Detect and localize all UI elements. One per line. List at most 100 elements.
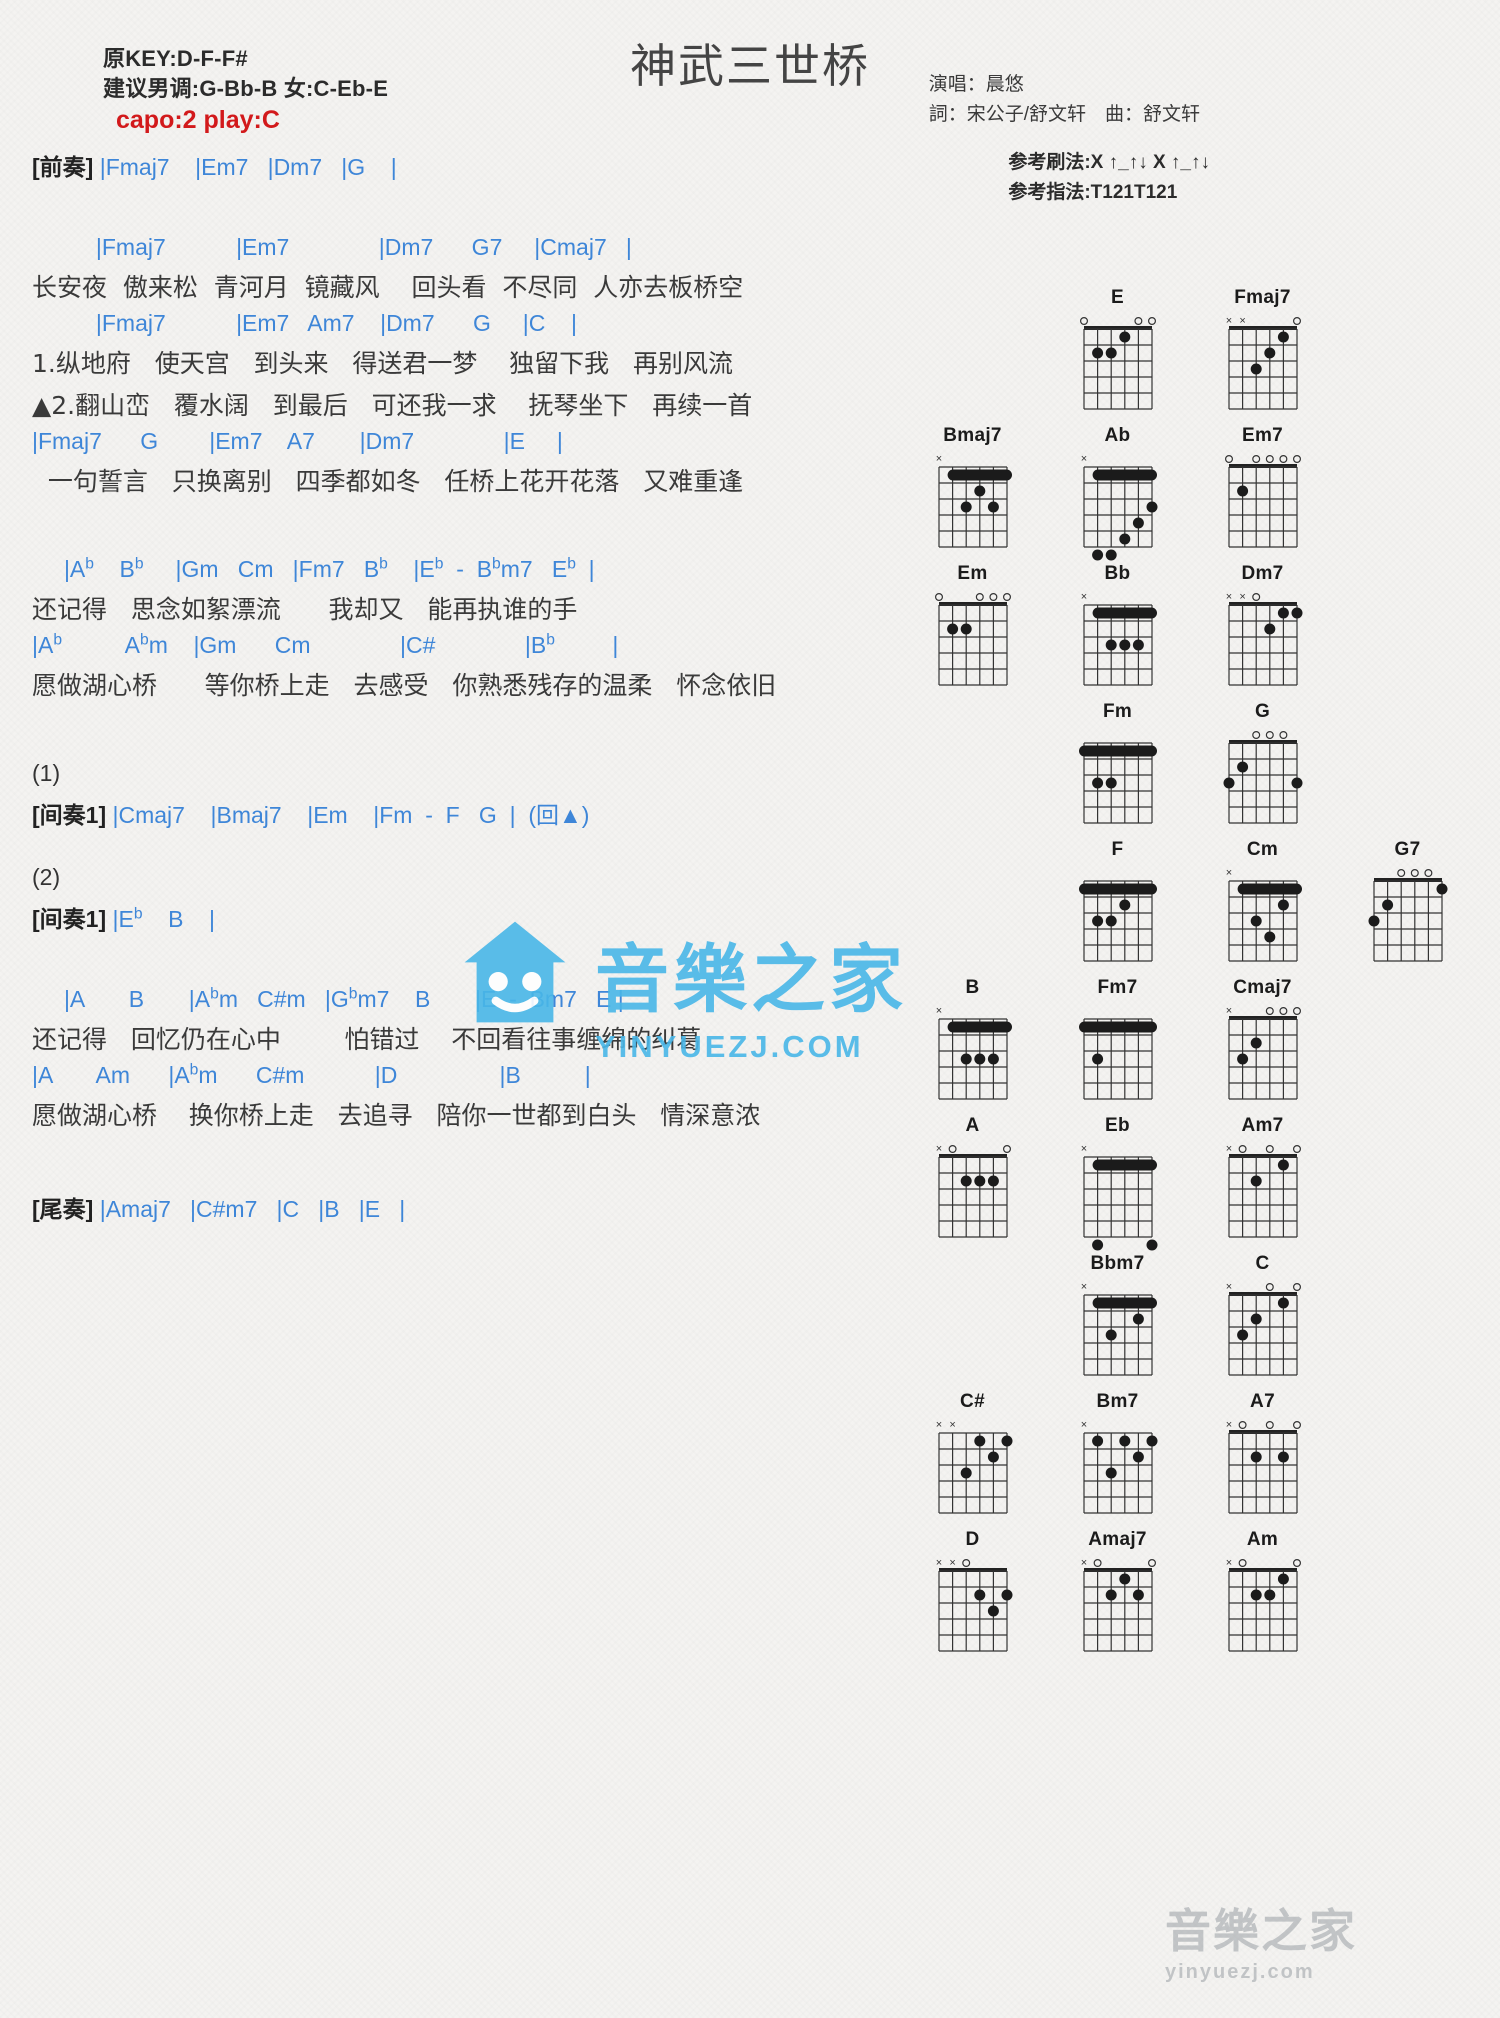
chord-diagram-C#: C# × ×	[900, 1389, 1045, 1527]
chord-diagram-G7: G7	[1335, 837, 1480, 975]
chord-diagram-Em: Em	[900, 561, 1045, 699]
chord-diagram-Ab: Ab ×	[1045, 423, 1190, 561]
chord-diagram-grid: × ×	[935, 1419, 1012, 1514]
chord-diagram-row: A × Eb × Am7 ×	[900, 1113, 1480, 1251]
svg-text:×: ×	[1239, 315, 1245, 327]
chord-diagram-Bbm7: Bbm7 ×	[1045, 1251, 1190, 1389]
chord-diagram-name: G	[1254, 701, 1271, 722]
chord-line: |Ab Abm |Gm Cm |C# |Bb |	[32, 631, 619, 658]
lyric-line: 还记得 回忆仍在心中 怕错过 不回看往事缠绵的纠葛	[32, 1025, 702, 1054]
chord-diagram-Cmaj7: Cmaj7 ×	[1190, 975, 1335, 1113]
chord-diagram-name: D	[965, 1529, 980, 1550]
chord-diagram-Fm7: Fm7	[1045, 975, 1190, 1113]
chord-diagram-placeholder	[900, 1251, 1045, 1389]
chord-diagram-grid: × ×	[935, 1557, 1012, 1652]
chord-diagram-name: Dm7	[1241, 563, 1284, 584]
chord-diagram-row: B × Fm7 Cmaj7 ×	[900, 975, 1480, 1113]
chord-diagram-row: Fm G	[900, 699, 1480, 837]
singer-credit: 演唱：晨悠	[928, 74, 1024, 95]
chord-diagram-name: Am7	[1241, 1115, 1284, 1136]
watermark-corner: 音樂之家 yinyuezj.com	[1165, 1895, 1357, 1984]
chord-line: [尾奏] |Amaj7 |C#m7 |C |B |E |	[32, 1196, 406, 1222]
chord-line: |Fmaj7 |Em7 Am7 |Dm7 G |C |	[32, 310, 577, 336]
finger-pattern: 参考指法:T121T121	[1008, 182, 1178, 203]
score-spacer	[32, 830, 832, 864]
credits: 演唱：晨悠 詞：宋公子/舒文轩 曲：舒文轩	[929, 70, 1200, 130]
chord-diagram-placeholder	[900, 699, 1045, 837]
chord-diagram-name: A7	[1250, 1391, 1275, 1412]
chord-diagram-name: B	[965, 977, 980, 998]
chord-diagram-Am: Am ×	[1190, 1527, 1335, 1665]
chord-diagram-grid: ×	[1225, 1281, 1301, 1376]
chord-diagram-name: Bm7	[1096, 1391, 1139, 1412]
svg-text:×: ×	[1225, 315, 1231, 327]
chord-diagram-grid: ×	[1080, 1419, 1157, 1514]
chord-diagram-Dm7: Dm7 × ×	[1190, 561, 1335, 699]
play-instructions: 参考刷法:X ↑_↑↓ X ↑_↑↓ 参考指法:T121T121	[1008, 148, 1210, 208]
chord-diagram-grid: ×	[1225, 1005, 1301, 1100]
capo-info: capo:2 play:C	[116, 106, 280, 134]
chord-diagram-grid: ×	[935, 1143, 1011, 1238]
lyric-line: 愿做湖心桥 换你桥上走 去追寻 陪你一世都到白头 情深意浓	[32, 1101, 761, 1130]
chord-diagram-row: Em Bb × Dm7 × ×	[900, 561, 1480, 699]
chord-diagram-name: Cm	[1246, 839, 1279, 860]
chord-diagram-name: Cmaj7	[1233, 977, 1292, 998]
chord-line: |A B |Abm C#m |Gbm7 B |E - Bm7 E |	[32, 985, 624, 1012]
chord-diagram-name: Bbm7	[1090, 1253, 1145, 1274]
chord-diagram-name: Amaj7	[1088, 1529, 1147, 1550]
svg-text:×: ×	[935, 1143, 941, 1155]
page-title: 神武三世桥	[630, 39, 870, 93]
chord-diagram-name: Fmaj7	[1234, 287, 1291, 308]
chord-diagram-name: C#	[960, 1391, 985, 1412]
chord-diagram-Amaj7: Amaj7 ×	[1045, 1527, 1190, 1665]
svg-text:×: ×	[1080, 1281, 1086, 1293]
svg-text:×: ×	[1080, 1419, 1086, 1431]
chord-diagram-grid: ×	[935, 453, 1012, 548]
chord-diagram-name: Em	[957, 563, 988, 584]
chord-diagram-Bm7: Bm7 ×	[1045, 1389, 1190, 1527]
svg-text:×: ×	[935, 1005, 941, 1017]
strum-pattern: 参考刷法:X ↑_↑↓ X ↑_↑↓	[1008, 152, 1210, 173]
lyric-line: 一句誓言 只换离别 四季都如冬 任桥上花开花落 又难重逢	[32, 467, 744, 496]
watermark-corner-main: 音樂之家	[1165, 1905, 1357, 1957]
chord-diagram-name: Am	[1246, 1529, 1279, 1550]
score-body: [前奏] |Fmaj7 |Em7 |Dm7 |G | |Fmaj7 |Em7 |…	[32, 148, 832, 1224]
chord-diagram-C: C ×	[1190, 1251, 1335, 1389]
lyric-line: 愿做湖心桥 等你桥上走 去感受 你熟悉残存的温柔 怀念依旧	[32, 671, 777, 700]
chord-diagram-name: G7	[1394, 839, 1421, 860]
chord-diagram-name: F	[1111, 839, 1124, 860]
lyric-line: 长安夜 傲来松 青河月 镜藏风 回头看 不尽同 人亦去板桥空	[32, 273, 744, 302]
chord-diagram-grid: ×	[1080, 1281, 1157, 1376]
chord-diagram-name: E	[1111, 287, 1124, 308]
chord-diagram-grid: ×	[1225, 1143, 1301, 1238]
chord-diagram-grid: × ×	[1225, 315, 1301, 410]
chord-diagram-placeholder	[900, 285, 1045, 423]
chord-diagram-grid	[1078, 880, 1157, 962]
svg-text:×: ×	[935, 1557, 941, 1569]
score-spacer	[32, 708, 832, 760]
chord-diagram-panel: E Fmaj7 × × Bmaj7 × Ab × Em7 Em Bb × Dm7 × × Fm G F Cm × G7 B…	[900, 285, 1480, 1665]
svg-text:×: ×	[935, 1419, 941, 1431]
chord-line: |Fmaj7 |Em7 |Dm7 G7 |Cmaj7 |	[32, 234, 632, 260]
svg-text:×: ×	[1225, 1281, 1231, 1293]
chord-diagram-Am7: Am7 ×	[1190, 1113, 1335, 1251]
chord-diagram-D: D × ×	[900, 1527, 1045, 1665]
svg-text:×: ×	[949, 1557, 955, 1569]
svg-text:×: ×	[1080, 1557, 1086, 1569]
svg-text:×: ×	[1225, 1005, 1231, 1017]
chord-diagram-grid	[1368, 868, 1447, 962]
chord-line: [间奏1] |Cmaj7 |Bmaj7 |Em |Fm - F G | (回▲)	[32, 802, 590, 828]
chord-diagram-Bmaj7: Bmaj7 ×	[900, 423, 1045, 561]
chord-diagram-grid	[1078, 742, 1157, 824]
writer-credit: 詞：宋公子/舒文轩 曲：舒文轩	[928, 104, 1200, 125]
chord-diagram-B: B ×	[900, 975, 1045, 1113]
chord-diagram-A7: A7 ×	[1190, 1389, 1335, 1527]
chord-line: [前奏] |Fmaj7 |Em7 |Dm7 |G |	[32, 154, 397, 180]
chord-diagram-grid	[934, 592, 1011, 686]
chord-line: |Fmaj7 G |Em7 A7 |Dm7 |E |	[32, 428, 563, 454]
score-spacer	[32, 504, 832, 556]
chord-diagram-A: A ×	[900, 1113, 1045, 1251]
chord-diagram-name: Bmaj7	[943, 425, 1002, 446]
chord-diagram-grid: ×	[1225, 1557, 1301, 1652]
score-spacer	[32, 934, 832, 986]
